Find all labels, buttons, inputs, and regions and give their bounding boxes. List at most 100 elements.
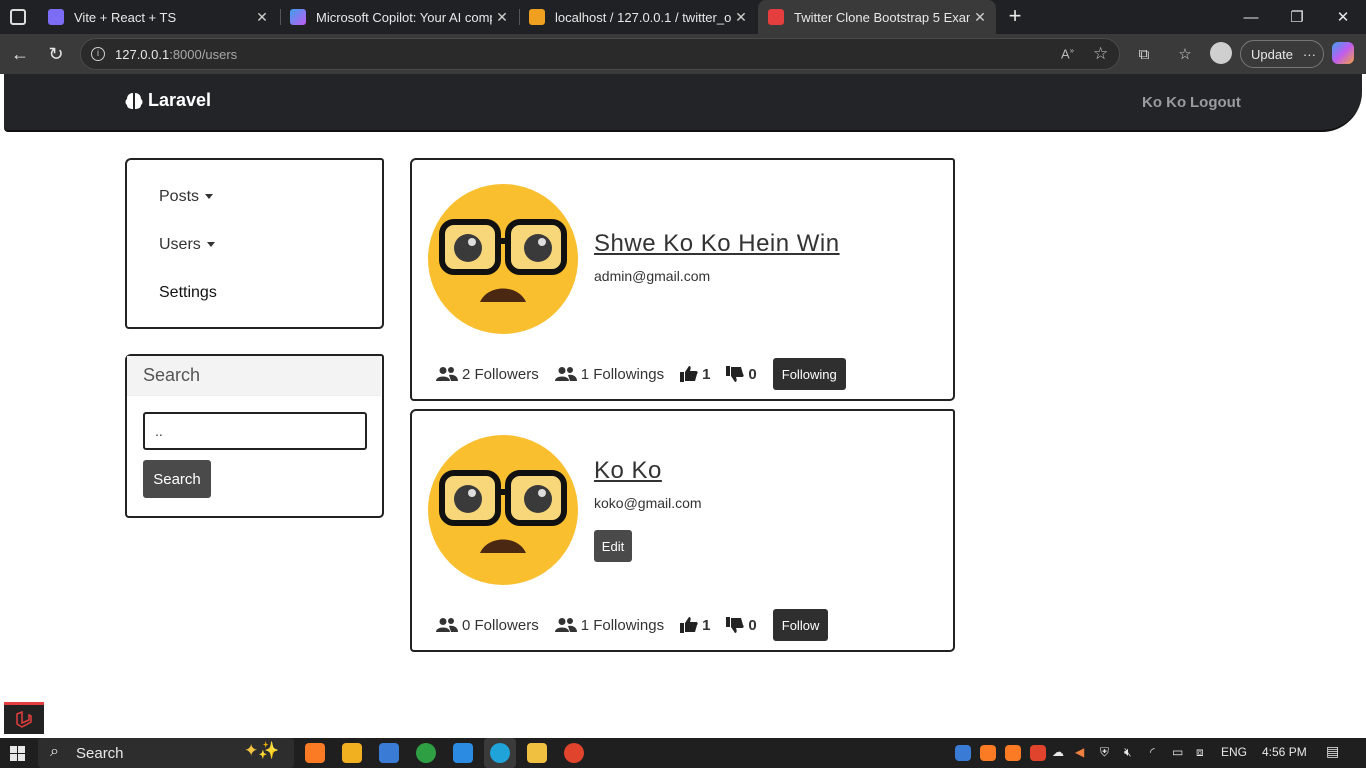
close-window-button[interactable]: ✕: [1320, 0, 1366, 34]
tab-title: Twitter Clone Bootstrap 5 Example: [794, 9, 970, 25]
notifications-icon[interactable]: ▤: [1326, 743, 1339, 760]
mute-icon[interactable]: 🔇︎: [1124, 745, 1132, 760]
browser-toolbar: ← ↻ i 127.0.0.1:8000/users A» ☆ ⧉ ☆ Upda…: [0, 34, 1366, 74]
likes-stat[interactable]: 1: [680, 366, 710, 383]
user-stats: 0 Followers 1 Followings 1 0 Follow: [436, 609, 829, 641]
likes-stat[interactable]: 1: [680, 617, 710, 634]
language-indicator[interactable]: ENG: [1221, 745, 1247, 759]
tab-title: Microsoft Copilot: Your AI compa: [316, 9, 492, 25]
new-tab-button[interactable]: +: [1004, 4, 1026, 28]
site-info-icon[interactable]: i: [91, 47, 105, 61]
sidebar-item-settings[interactable]: Settings: [159, 284, 217, 302]
sparkle-icon: ✦✨: [244, 741, 280, 760]
followers-stat: 0 Followers: [436, 617, 539, 634]
tray-app-icon[interactable]: [955, 745, 971, 761]
chrome-icon[interactable]: [416, 743, 436, 763]
shield-icon[interactable]: ⛨: [1100, 745, 1109, 760]
thumbs-up-icon: [680, 617, 698, 633]
volume-warning-icon[interactable]: ◀: [1075, 745, 1084, 759]
close-icon[interactable]: ✕: [970, 9, 990, 26]
caret-down-icon: [206, 242, 215, 248]
followings-stat: 1 Followings: [554, 617, 664, 634]
clock[interactable]: 4:56 PM: [1262, 745, 1307, 759]
desktop-icon[interactable]: [379, 743, 399, 763]
tray-xampp-icon[interactable]: [980, 745, 996, 761]
close-icon[interactable]: ✕: [731, 9, 751, 26]
taskbar-search[interactable]: ⌕ Search ✦✨: [38, 738, 294, 768]
url-text: 127.0.0.1:8000/users: [115, 47, 238, 62]
user-name-link[interactable]: Shwe Ko Ko Hein Win: [594, 230, 840, 258]
windows-start-icon[interactable]: [10, 746, 25, 761]
tab-title: Vite + React + TS: [74, 9, 177, 25]
brand-link[interactable]: Laravel: [124, 90, 211, 111]
minimize-button[interactable]: —: [1228, 0, 1274, 34]
extensions-icon[interactable]: ⧉: [1132, 42, 1156, 66]
thumbs-down-icon: [726, 366, 745, 382]
followings-stat: 1 Followings: [554, 366, 664, 383]
tab-title: localhost / 127.0.0.1 / twitter_owl: [555, 9, 731, 25]
vscode-icon[interactable]: [453, 743, 473, 763]
profile-avatar[interactable]: [1210, 42, 1232, 64]
postman-icon[interactable]: [564, 743, 584, 763]
xampp-icon[interactable]: [305, 743, 325, 763]
close-icon[interactable]: ✕: [252, 9, 272, 26]
brain-icon: [125, 92, 143, 109]
battery-icon[interactable]: ▭: [1172, 745, 1183, 759]
edit-button[interactable]: Edit: [594, 530, 632, 562]
tab-actions-icon[interactable]: [10, 9, 26, 25]
refresh-button[interactable]: ↻: [42, 40, 70, 68]
file-explorer-icon[interactable]: [527, 743, 547, 763]
tray-xampp-icon[interactable]: [1005, 745, 1021, 761]
nerd-face-avatar: [428, 435, 578, 585]
restore-button[interactable]: ❐: [1274, 0, 1320, 34]
search-card-header: Search: [127, 356, 381, 396]
thumbs-up-icon: [680, 366, 698, 382]
tab-vite[interactable]: Vite + React + TS ✕: [38, 0, 278, 34]
edge-icon[interactable]: [490, 743, 510, 763]
followers-stat: 2 Followers: [436, 366, 539, 383]
user-name-link[interactable]: Ko Ko: [594, 457, 662, 485]
sidebar-item-posts[interactable]: Posts: [159, 188, 214, 206]
tab-twitter-clone[interactable]: Twitter Clone Bootstrap 5 Example ✕: [758, 0, 996, 34]
phpmyadmin-icon: [529, 9, 545, 25]
dislikes-stat[interactable]: 0: [726, 617, 757, 634]
caret-down-icon: [205, 194, 214, 200]
following-button[interactable]: Following: [772, 358, 846, 390]
brand-text: Laravel: [148, 90, 212, 110]
display-icon[interactable]: ⧈: [1196, 745, 1204, 760]
tab-copilot[interactable]: Microsoft Copilot: Your AI compa ✕: [280, 0, 518, 34]
user-stats: 2 Followers 1 Followings 1 0 Following: [436, 358, 846, 390]
weather-icon[interactable]: ☁: [1052, 745, 1064, 759]
read-aloud-icon[interactable]: A»: [1061, 46, 1074, 61]
tab-phpmyadmin[interactable]: localhost / 127.0.0.1 / twitter_owl ✕: [519, 0, 757, 34]
copilot-icon: [290, 9, 306, 25]
dislikes-stat[interactable]: 0: [726, 366, 757, 383]
app-icon[interactable]: [342, 743, 362, 763]
browser-tab-bar: Vite + React + TS ✕ Microsoft Copilot: Y…: [0, 0, 1366, 34]
favorites-icon[interactable]: ☆: [1173, 42, 1197, 66]
search-icon: ⌕: [50, 743, 59, 760]
follow-button[interactable]: Follow: [772, 609, 829, 641]
search-card: Search Search: [125, 354, 384, 518]
top-navbar: Laravel Ko Ko Logout: [4, 74, 1362, 132]
close-icon[interactable]: ✕: [492, 9, 512, 26]
nav-logout-link[interactable]: Logout: [1190, 94, 1241, 111]
sidebar-item-users[interactable]: Users: [159, 236, 215, 254]
address-bar[interactable]: i 127.0.0.1:8000/users A» ☆: [80, 38, 1120, 70]
sidebar-menu: Posts Users Settings: [125, 158, 384, 329]
search-input[interactable]: [143, 412, 367, 450]
wifi-icon[interactable]: ◜: [1150, 745, 1155, 759]
search-button[interactable]: Search: [143, 460, 211, 498]
update-button[interactable]: Update ···: [1240, 40, 1324, 68]
users-icon: [436, 367, 458, 381]
user-card: Ko Ko koko@gmail.com Edit 0 Followers 1 …: [410, 409, 955, 652]
search-card-title: Search: [143, 365, 201, 385]
laravel-debugbar-icon[interactable]: [4, 702, 44, 734]
users-icon: [554, 618, 577, 632]
nav-user-link[interactable]: Ko Ko: [1142, 94, 1186, 111]
tray-postman-icon[interactable]: [1030, 745, 1046, 761]
back-button[interactable]: ←: [6, 40, 34, 68]
user-email: koko@gmail.com: [594, 495, 702, 511]
favorite-star-icon[interactable]: ☆: [1093, 44, 1108, 64]
copilot-icon[interactable]: [1332, 42, 1354, 64]
